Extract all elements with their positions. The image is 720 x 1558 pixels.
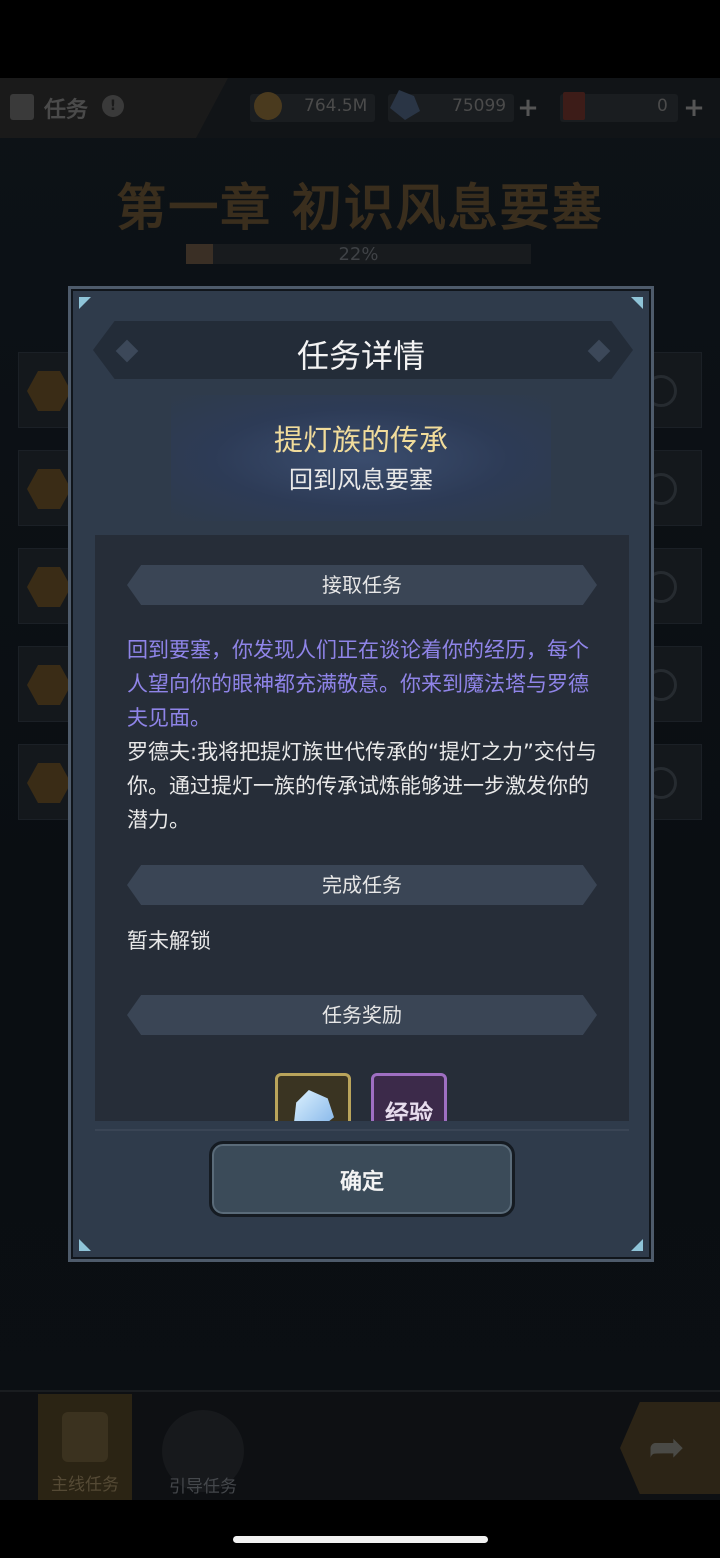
story-narration: 回到要塞，你发现人们正在谈论着你的经历，每个人望向你的眼神都充满敬意。你来到魔法… xyxy=(127,638,589,730)
tab-guide-quests-label[interactable]: 引导任务 xyxy=(150,1472,256,1497)
top-bar: 任务 ! 764.5M 75099 + 0 + xyxy=(0,78,720,138)
tab-main-quests[interactable]: 主线任务 xyxy=(38,1394,132,1500)
divider xyxy=(95,1129,629,1131)
task-scroll-icon xyxy=(10,94,34,120)
quest-subtitle: 回到风息要塞 xyxy=(289,466,433,494)
section-reward-title: 任务奖励 xyxy=(322,1003,402,1027)
story-dialogue: 罗德夫:我将把提灯族世代传承的“提灯之力”交付与你。通过提灯一族的传承试炼能够进… xyxy=(127,740,597,832)
quest-badge-icon xyxy=(27,763,71,803)
ticket-value: 0 xyxy=(657,96,668,116)
corner-ornament xyxy=(79,1239,91,1251)
gold-value: 764.5M xyxy=(304,96,368,116)
info-icon[interactable]: ! xyxy=(102,95,124,117)
quest-content-panel[interactable]: 接取任务 回到要塞，你发现人们正在谈论着你的经历，每个人望向你的眼神都充满敬意。… xyxy=(95,535,629,1121)
quest-badge-icon xyxy=(27,567,71,607)
quest-badge-icon xyxy=(27,665,71,705)
corner-ornament xyxy=(631,1239,643,1251)
add-ticket-button[interactable]: + xyxy=(680,94,708,122)
gold-coin-icon xyxy=(254,92,282,120)
crystal-value: 75099 xyxy=(452,96,507,116)
crystal-reward-icon xyxy=(294,1090,334,1121)
screen-title: 任务 xyxy=(44,98,89,123)
chapter-progress-text: 22% xyxy=(338,244,379,265)
title-tab: 任务 ! xyxy=(0,78,228,138)
bottom-nav: 主线任务 引导任务 ➦ xyxy=(0,1390,720,1500)
home-indicator[interactable] xyxy=(233,1536,488,1543)
scroll-icon xyxy=(62,1412,108,1462)
quest-detail-dialog: 任务详情 提灯族的传承 回到风息要塞 接取任务 回到要塞，你发现人们正在谈论着你… xyxy=(68,286,654,1262)
add-crystal-button[interactable]: + xyxy=(514,94,542,122)
ticket-book-icon xyxy=(563,92,585,120)
corner-ornament xyxy=(79,297,91,309)
quest-badge-icon xyxy=(27,469,71,509)
quest-badge-icon xyxy=(27,371,71,411)
confirm-button-label: 确定 xyxy=(339,1170,384,1195)
section-accept-title: 接取任务 xyxy=(322,573,402,597)
section-complete-title: 完成任务 xyxy=(322,873,402,897)
corner-ornament xyxy=(631,297,643,309)
chapter-title: 第一章 初识风息要塞 xyxy=(116,179,604,237)
exp-reward-icon: 经验 xyxy=(385,1100,433,1121)
reward-exp[interactable]: 经验 xyxy=(371,1073,447,1121)
quest-name: 提灯族的传承 xyxy=(273,423,448,457)
confirm-button[interactable]: 确定 xyxy=(209,1141,515,1217)
tab-main-quests-label: 主线任务 xyxy=(51,1475,119,1495)
dialog-title: 任务详情 xyxy=(296,337,425,375)
complete-status-text: 暂未解锁 xyxy=(127,929,211,953)
reward-crystal[interactable] xyxy=(275,1073,351,1121)
next-arrow-icon: ➦ xyxy=(648,1422,685,1473)
